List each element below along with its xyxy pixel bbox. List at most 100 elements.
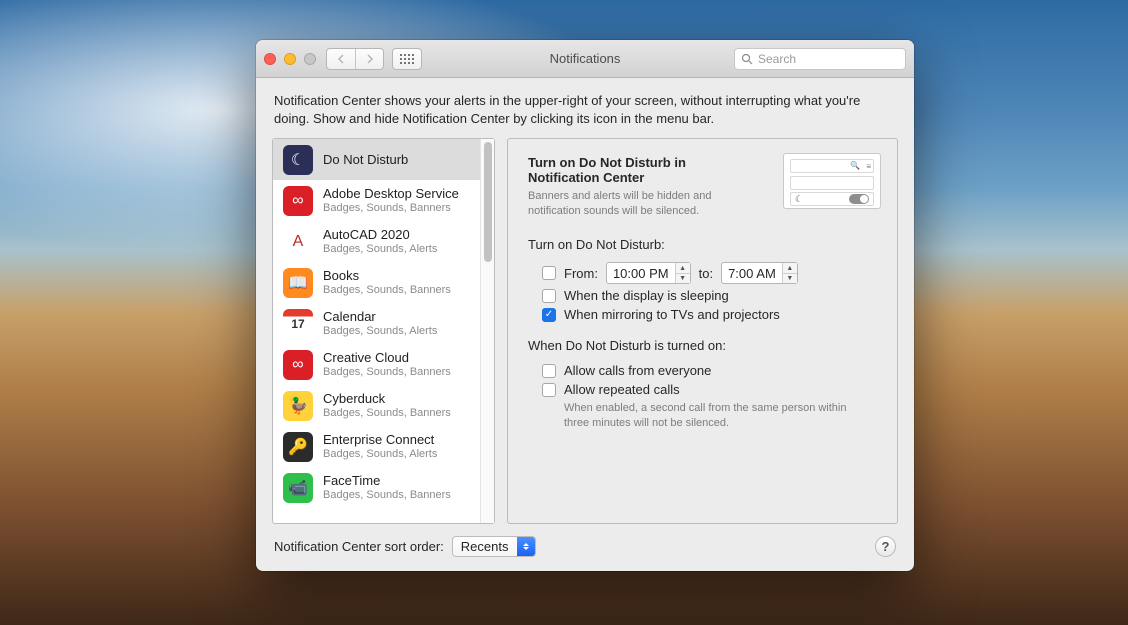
sidebar-item[interactable]: ∞ Adobe Desktop ServiceBadges, Sounds, Ba…: [273, 180, 480, 221]
app-icon: 📖: [283, 268, 313, 298]
sidebar-item[interactable]: 📖 BooksBadges, Sounds, Banners: [273, 262, 480, 303]
nav-back-forward: [326, 48, 384, 70]
detail-description: Banners and alerts will be hidden and no…: [528, 189, 759, 219]
popup-arrows-icon: [517, 537, 535, 556]
sidebar-item[interactable]: A AutoCAD 2020Badges, Sounds, Alerts: [273, 221, 480, 262]
app-name: Creative Cloud: [323, 350, 451, 366]
allow-everyone-row: Allow calls from everyone: [542, 363, 879, 378]
display-sleep-label: When the display is sleeping: [564, 288, 729, 303]
mirroring-label: When mirroring to TVs and projectors: [564, 307, 780, 322]
allow-repeated-row: Allow repeated calls: [542, 382, 879, 397]
app-name: Calendar: [323, 309, 437, 325]
repeated-calls-hint: When enabled, a second call from the sam…: [564, 401, 864, 431]
to-stepper[interactable]: ▲ ▼: [782, 263, 797, 283]
forward-button[interactable]: [355, 49, 383, 69]
app-subtitle: Badges, Sounds, Alerts: [323, 243, 437, 256]
app-subtitle: Badges, Sounds, Alerts: [323, 448, 437, 461]
intro-text: Notification Center shows your alerts in…: [256, 78, 914, 138]
mirroring-checkbox[interactable]: ✓: [542, 308, 556, 322]
dnd-switch-preview: [849, 194, 869, 204]
app-subtitle: Badges, Sounds, Banners: [323, 407, 451, 420]
allow-repeated-checkbox[interactable]: [542, 383, 556, 397]
content-area: ☾Do Not Disturb∞Adobe Desktop ServiceBad…: [256, 138, 914, 524]
display-sleep-row: When the display is sleeping: [542, 288, 879, 303]
to-step-up[interactable]: ▲: [783, 263, 797, 273]
search-field[interactable]: Search: [734, 48, 906, 70]
app-icon: ∞: [283, 350, 313, 380]
sidebar-item[interactable]: 🔑 Enterprise ConnectBadges, Sounds, Alert…: [273, 426, 480, 467]
chevron-right-icon: [366, 54, 374, 64]
app-name: Adobe Desktop Service: [323, 186, 459, 202]
schedule-section-label: Turn on Do Not Disturb:: [528, 237, 879, 252]
app-subtitle: Badges, Sounds, Alerts: [323, 325, 437, 338]
back-button[interactable]: [327, 49, 355, 69]
app-name: Books: [323, 268, 451, 284]
to-time-field[interactable]: 7:00 AM ▲ ▼: [721, 262, 798, 284]
from-label: From:: [564, 266, 598, 281]
detail-title: Turn on Do Not Disturb in Notification C…: [528, 155, 759, 185]
display-sleep-checkbox[interactable]: [542, 289, 556, 303]
preferences-window: Notifications Search Notification Center…: [256, 40, 914, 571]
footer: Notification Center sort order: Recents …: [256, 524, 914, 571]
sidebar-item[interactable]: ☾ Do Not Disturb: [273, 139, 480, 180]
app-icon: ☾: [283, 145, 313, 175]
app-name: Cyberduck: [323, 391, 451, 407]
from-stepper[interactable]: ▲ ▼: [675, 263, 690, 283]
search-icon: [741, 53, 753, 65]
allow-everyone-checkbox[interactable]: [542, 364, 556, 378]
show-all-button[interactable]: [392, 48, 422, 70]
from-time-field[interactable]: 10:00 PM ▲ ▼: [606, 262, 691, 284]
app-name: FaceTime: [323, 473, 451, 489]
to-step-down[interactable]: ▼: [783, 273, 797, 283]
chevron-left-icon: [337, 54, 345, 64]
app-subtitle: Badges, Sounds, Banners: [323, 202, 459, 215]
scrollbar-thumb[interactable]: [484, 142, 492, 262]
titlebar: Notifications Search: [256, 40, 914, 78]
app-list: ☾Do Not Disturb∞Adobe Desktop ServiceBad…: [272, 138, 495, 524]
app-subtitle: Badges, Sounds, Banners: [323, 366, 451, 379]
app-icon: 17: [283, 309, 313, 339]
window-controls: [264, 53, 316, 65]
minimize-button[interactable]: [284, 53, 296, 65]
schedule-row: From: 10:00 PM ▲ ▼ to: 7:00 AM ▲ ▼: [542, 262, 879, 284]
allow-repeated-label: Allow repeated calls: [564, 382, 680, 397]
app-name: AutoCAD 2020: [323, 227, 437, 243]
from-time-value: 10:00 PM: [607, 266, 675, 281]
app-list-scroll[interactable]: ☾Do Not Disturb∞Adobe Desktop ServiceBad…: [273, 139, 480, 523]
when-on-section-label: When Do Not Disturb is turned on:: [528, 338, 879, 353]
sort-order-popup[interactable]: Recents: [452, 536, 536, 557]
sidebar-item[interactable]: 📹 FaceTimeBadges, Sounds, Banners: [273, 467, 480, 508]
app-name: Do Not Disturb: [323, 152, 408, 168]
sort-order-value: Recents: [453, 539, 517, 554]
sort-order-label: Notification Center sort order:: [274, 539, 444, 554]
preview-search-icon: 🔍: [850, 161, 860, 170]
notification-center-preview: 🔍 ≡ ☾: [783, 153, 881, 209]
app-subtitle: Badges, Sounds, Banners: [323, 284, 451, 297]
close-button[interactable]: [264, 53, 276, 65]
to-time-value: 7:00 AM: [722, 266, 782, 281]
desktop-wallpaper: Notifications Search Notification Center…: [0, 0, 1128, 625]
app-icon: A: [283, 227, 313, 257]
scrollbar-track[interactable]: [480, 139, 494, 523]
app-icon: 📹: [283, 473, 313, 503]
preview-list-icon: ≡: [866, 162, 871, 171]
app-name: Enterprise Connect: [323, 432, 437, 448]
app-icon: ∞: [283, 186, 313, 216]
from-step-up[interactable]: ▲: [676, 263, 690, 273]
search-placeholder: Search: [758, 52, 796, 66]
app-icon: 🦆: [283, 391, 313, 421]
sidebar-item[interactable]: 17 CalendarBadges, Sounds, Alerts: [273, 303, 480, 344]
app-icon: 🔑: [283, 432, 313, 462]
detail-pane: 🔍 ≡ ☾ Turn on Do Not Disturb in Notifica…: [507, 138, 898, 524]
app-subtitle: Badges, Sounds, Banners: [323, 489, 451, 502]
sidebar-item[interactable]: ∞ Creative CloudBadges, Sounds, Banners: [273, 344, 480, 385]
to-label: to:: [699, 266, 713, 281]
mirroring-row: ✓ When mirroring to TVs and projectors: [542, 307, 879, 322]
from-step-down[interactable]: ▼: [676, 273, 690, 283]
sidebar-item[interactable]: 🦆 CyberduckBadges, Sounds, Banners: [273, 385, 480, 426]
zoom-button: [304, 53, 316, 65]
help-button[interactable]: ?: [875, 536, 896, 557]
grid-icon: [400, 54, 414, 64]
from-checkbox[interactable]: [542, 266, 556, 280]
allow-everyone-label: Allow calls from everyone: [564, 363, 711, 378]
